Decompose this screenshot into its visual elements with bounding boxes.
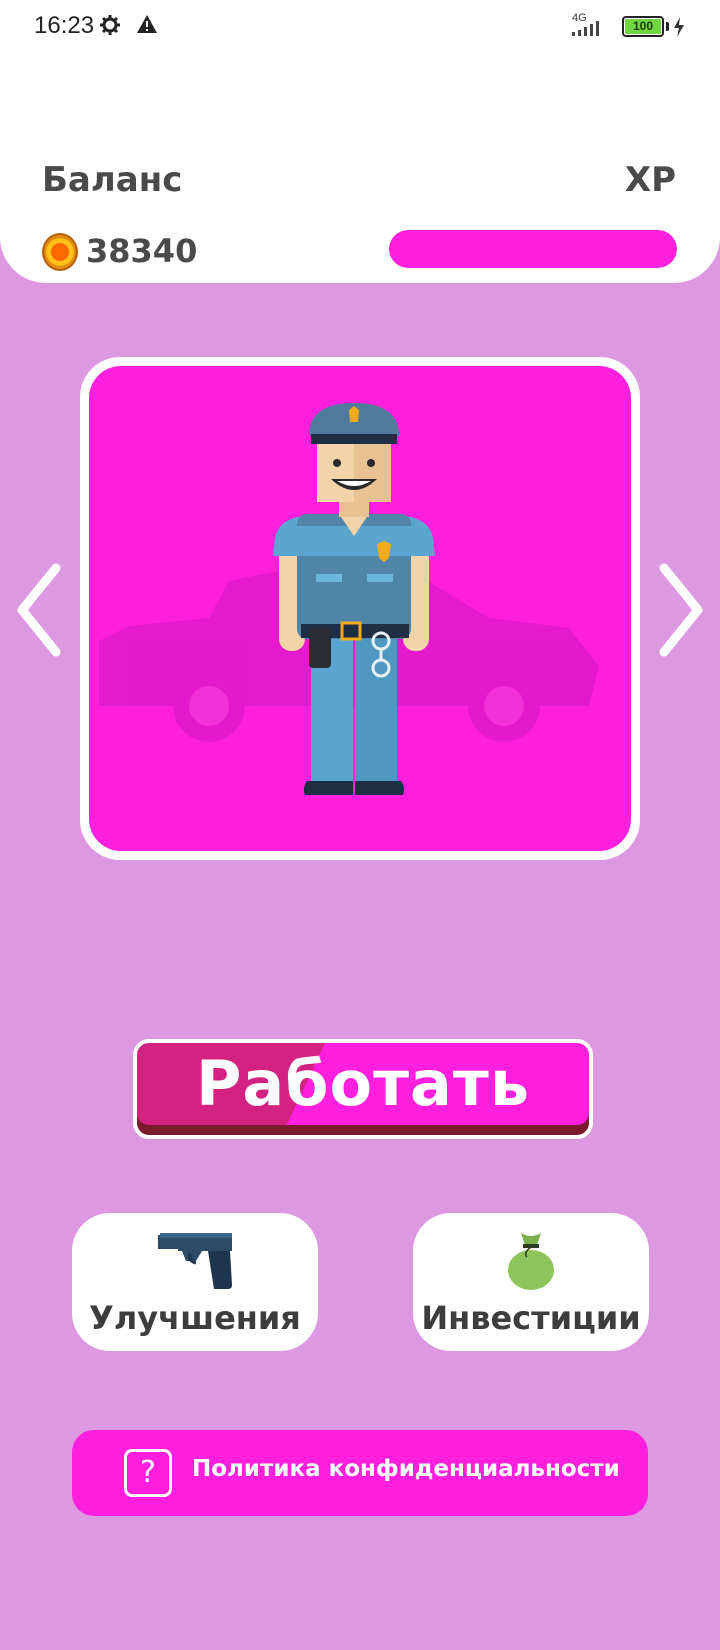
pistol-icon bbox=[158, 1233, 232, 1289]
xp-label: XP bbox=[624, 160, 676, 200]
signal-icon bbox=[572, 21, 599, 36]
character-card bbox=[80, 357, 640, 860]
privacy-policy-label: Политика конфиденциальности bbox=[192, 1456, 620, 1482]
chevron-left-icon[interactable] bbox=[14, 560, 68, 660]
warning-icon bbox=[137, 15, 157, 33]
character-card-inner bbox=[89, 366, 631, 851]
question-icon: ? bbox=[124, 1449, 172, 1497]
status-time: 16:23 bbox=[34, 12, 95, 39]
balance-value: 38340 bbox=[86, 232, 198, 270]
battery-level: 100 bbox=[625, 19, 661, 34]
charging-icon bbox=[674, 17, 684, 37]
coin-icon bbox=[42, 233, 78, 271]
status-bar: 16:23 4G 100 bbox=[0, 0, 720, 56]
settings-gear-icon bbox=[100, 15, 120, 35]
money-bag-icon bbox=[508, 1233, 554, 1290]
xp-progress-bar bbox=[389, 230, 677, 268]
battery-icon: 100 bbox=[622, 16, 664, 37]
work-button[interactable]: Работать bbox=[133, 1039, 593, 1139]
upgrades-label: Улучшения bbox=[89, 1299, 301, 1337]
header-panel: 16:23 4G 100 Баланс XP 38340 bbox=[0, 0, 720, 283]
chevron-right-icon[interactable] bbox=[652, 560, 706, 660]
xp-progress-fill bbox=[389, 230, 677, 268]
work-button-label: Работать bbox=[195, 1047, 531, 1120]
battery-nub bbox=[666, 22, 669, 31]
police-officer-illustration bbox=[99, 403, 599, 795]
upgrades-button[interactable]: Улучшения bbox=[72, 1213, 318, 1351]
privacy-policy-button[interactable]: ? Политика конфиденциальности bbox=[72, 1430, 648, 1516]
balance-label: Баланс bbox=[42, 160, 183, 200]
investments-label: Инвестиции bbox=[421, 1299, 641, 1337]
investments-button[interactable]: Инвестиции bbox=[413, 1213, 649, 1351]
